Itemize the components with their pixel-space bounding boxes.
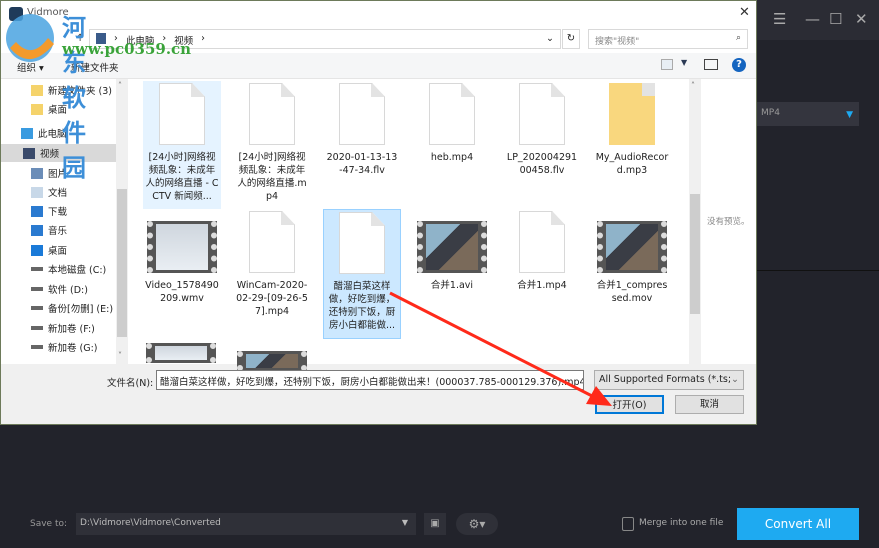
annotation-arrow bbox=[389, 291, 612, 406]
arrow-line bbox=[389, 291, 597, 400]
